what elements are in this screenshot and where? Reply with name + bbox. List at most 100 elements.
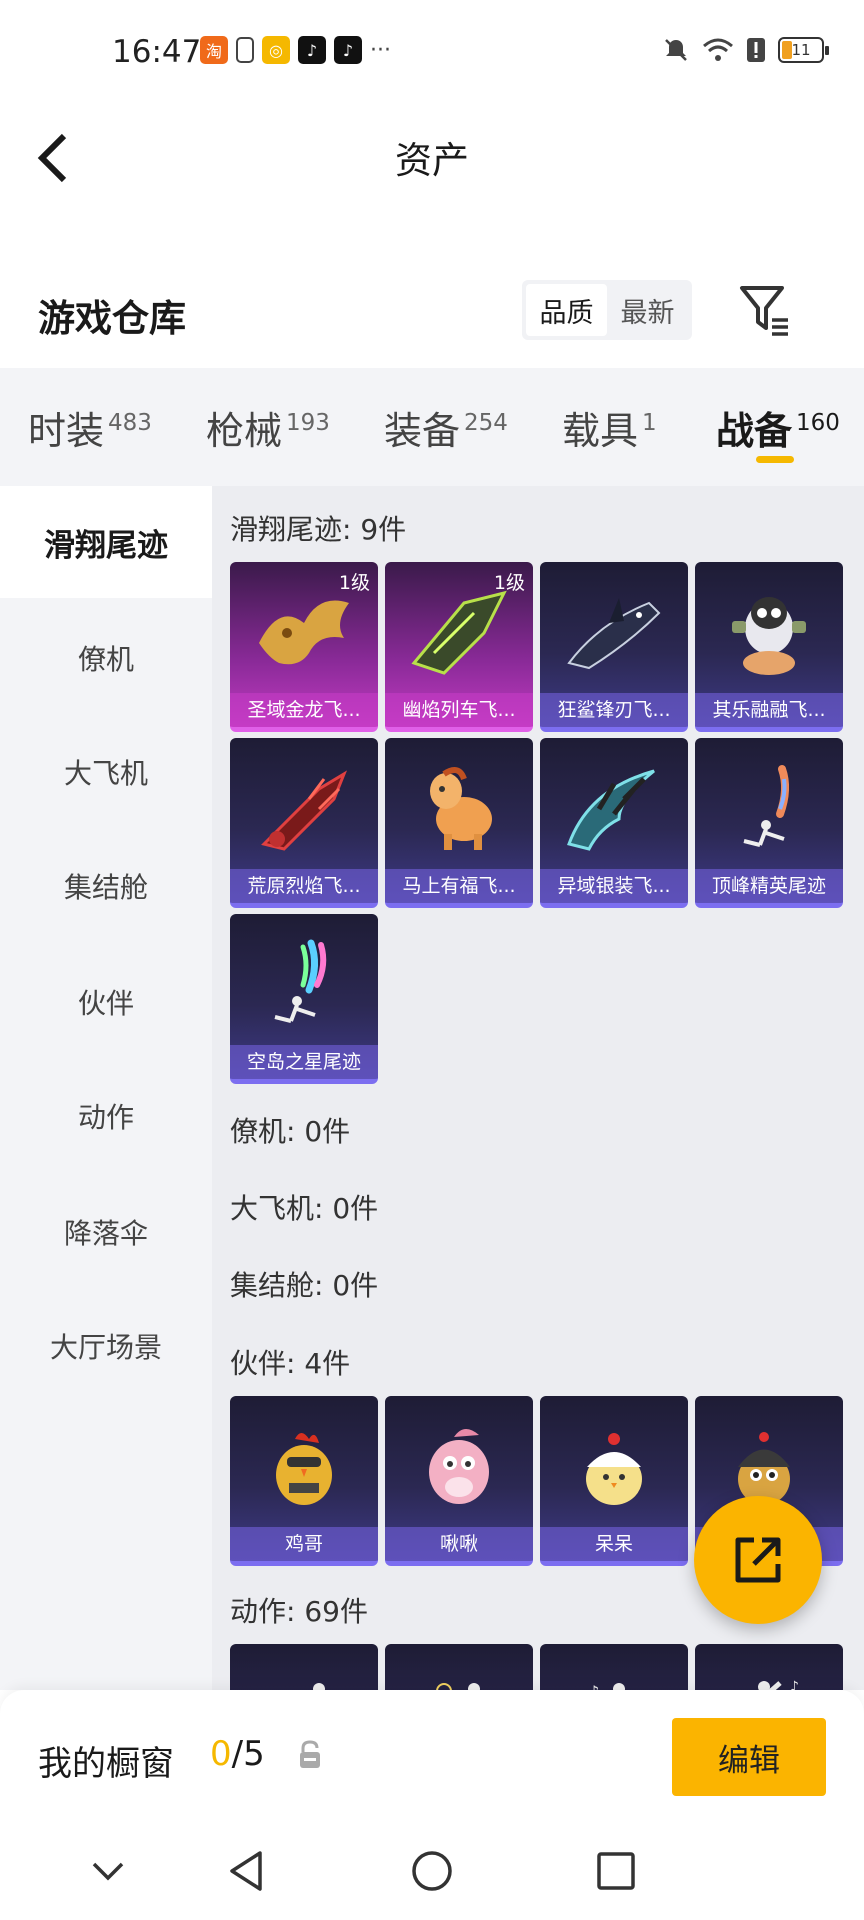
showcase-total: /5 <box>231 1734 265 1774</box>
wasteland-flame-icon <box>244 750 364 868</box>
battery-icon: 11 <box>778 37 829 63</box>
tab-fashion[interactable]: 时装 483 <box>28 400 152 455</box>
tab-active-indicator <box>756 456 794 463</box>
showcase-current: 0 <box>210 1734 232 1774</box>
warehouse-row: 游戏仓库 品质 最新 <box>0 268 864 368</box>
item-card[interactable]: 呆呆 <box>540 1396 688 1566</box>
warehouse-title: 游戏仓库 <box>38 297 186 340</box>
tab-readiness[interactable]: 战备 160 <box>716 400 840 455</box>
status-bar: 16:47 淘 ◎ ♪ ♪ ··· 11 <box>0 0 864 100</box>
sort-newest-button[interactable]: 最新 <box>607 284 688 336</box>
tab-vehicles[interactable]: 载具 1 <box>562 400 657 455</box>
sidebar-item-pod[interactable]: 集结舱 <box>0 830 212 942</box>
item-level: 1级 <box>493 572 525 594</box>
item-card[interactable]: 空岛之星尾迹 <box>230 914 378 1084</box>
item-card[interactable]: 异域银装飞... <box>540 738 688 908</box>
tiktok-icon: ♪ <box>298 36 326 64</box>
item-name: 顶峰精英尾迹 <box>695 869 843 903</box>
filter-icon <box>740 286 788 336</box>
tab-guns[interactable]: 枪械 193 <box>206 400 330 455</box>
item-card[interactable]: 其乐融融飞... <box>695 562 843 732</box>
item-card[interactable]: 荒原烈焰飞... <box>230 738 378 908</box>
page-header: 资产 <box>0 100 864 210</box>
item-card[interactable]: 马上有福飞... <box>385 738 533 908</box>
salute-action-icon: ♪ <box>709 1656 829 1690</box>
item-name: 呆呆 <box>540 1527 688 1561</box>
tab-label: 载具 <box>562 409 639 453</box>
item-card[interactable]: 顶峰精英尾迹 <box>695 738 843 908</box>
pink-bird-icon <box>399 1408 519 1526</box>
share-icon <box>735 1537 781 1583</box>
nav-collapse-button[interactable] <box>78 1846 138 1896</box>
showcase-bar: 我的橱窗 0/5 编辑 <box>0 1690 864 1826</box>
item-card[interactable]: 狂鲨锋刃飞... <box>540 562 688 732</box>
nav-back-button[interactable] <box>218 1846 278 1896</box>
edit-button[interactable]: 编辑 <box>672 1718 826 1796</box>
tab-label: 装备 <box>384 409 461 453</box>
share-fab-button[interactable] <box>694 1496 822 1624</box>
item-name: 狂鲨锋刃飞... <box>540 693 688 727</box>
dance-action-icon <box>244 1656 364 1690</box>
alert-icon <box>747 38 765 62</box>
item-card[interactable] <box>230 1644 378 1690</box>
item-card[interactable]: 1级 幽焰列车飞... <box>385 562 533 732</box>
item-name: 啾啾 <box>385 1527 533 1561</box>
sidebar-item-action[interactable]: 动作 <box>0 1060 212 1172</box>
sidebar-item-big-plane[interactable]: 大飞机 <box>0 716 212 828</box>
shark-blade-icon <box>554 574 674 692</box>
sidebar-item-partner[interactable]: 伙伴 <box>0 946 212 1058</box>
item-name: 荒原烈焰飞... <box>230 869 378 903</box>
item-card[interactable]: ♪ <box>695 1644 843 1690</box>
filter-button[interactable] <box>738 282 792 338</box>
tab-count: 193 <box>286 410 330 436</box>
section-label-big-plane: 大飞机: 0件 <box>230 1192 379 1225</box>
svg-text:♪: ♪ <box>790 1679 799 1690</box>
svg-text:♪: ♪ <box>589 1682 599 1690</box>
item-card[interactable]: ♪ <box>540 1644 688 1690</box>
item-level: 1级 <box>338 572 370 594</box>
triangle-back-icon <box>230 1851 262 1891</box>
section-label-action: 动作: 69件 <box>230 1595 368 1628</box>
taobao-icon: 淘 <box>200 36 228 64</box>
section-label-glide-trail: 滑翔尾迹: 9件 <box>230 513 407 546</box>
page-title: 资产 <box>395 139 469 182</box>
item-name: 幽焰列车飞... <box>385 693 533 727</box>
horse-icon <box>399 750 519 868</box>
showcase-count: 0/5 <box>210 1734 265 1774</box>
chick-icon <box>554 1408 674 1526</box>
section-label-wingman: 僚机: 0件 <box>230 1115 351 1148</box>
sidebar-item-parachute[interactable]: 降落伞 <box>0 1176 212 1288</box>
system-nav-bar <box>0 1826 864 1920</box>
sort-quality-button[interactable]: 品质 <box>526 284 607 336</box>
item-card[interactable]: 1级 圣域金龙飞... <box>230 562 378 732</box>
silver-wing-icon <box>554 750 674 868</box>
chicken-icon <box>244 1408 364 1526</box>
tab-label: 战备 <box>716 409 793 453</box>
item-name: 马上有福飞... <box>385 869 533 903</box>
item-card[interactable] <box>385 1644 533 1690</box>
elite-trail-icon <box>709 750 829 868</box>
category-tabs: 时装 483 枪械 193 装备 254 载具 1 战备 160 <box>0 368 864 486</box>
nav-recent-button[interactable] <box>586 1846 646 1896</box>
app-icon: ◎ <box>262 36 290 64</box>
tab-label: 枪械 <box>206 409 283 453</box>
system-icons: 11 <box>662 36 829 64</box>
target-action-icon <box>399 1656 519 1690</box>
sidebar-item-lobby-scene[interactable]: 大厅场景 <box>0 1290 212 1402</box>
sky-star-trail-icon <box>244 926 364 1044</box>
sidebar-item-wingman[interactable]: 僚机 <box>0 602 212 714</box>
item-name: 其乐融融飞... <box>695 693 843 727</box>
item-card[interactable]: 啾啾 <box>385 1396 533 1566</box>
sidebar-item-glide-trail[interactable]: 滑翔尾迹 <box>0 486 212 598</box>
nav-home-button[interactable] <box>402 1846 462 1896</box>
penguin-icon <box>709 574 829 692</box>
tiktok-icon-2: ♪ <box>334 36 362 64</box>
lock-icon <box>296 1740 324 1770</box>
item-name: 空岛之星尾迹 <box>230 1045 378 1079</box>
tab-equipment[interactable]: 装备 254 <box>384 400 508 455</box>
item-name: 鸡哥 <box>230 1527 378 1561</box>
status-time: 16:47 <box>112 34 202 70</box>
item-card[interactable]: 鸡哥 <box>230 1396 378 1566</box>
square-recent-icon <box>597 1852 635 1890</box>
tab-count: 254 <box>464 410 508 436</box>
